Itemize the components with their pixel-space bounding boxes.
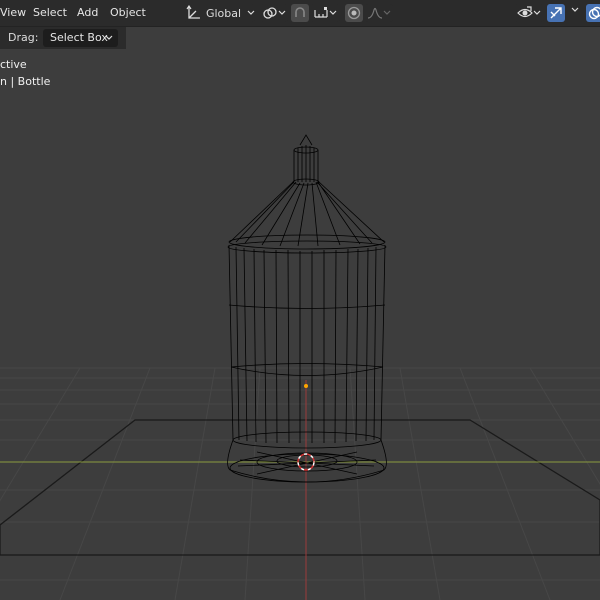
transform-orientation-label: Global: [205, 6, 242, 20]
overlay-icon: [588, 6, 600, 20]
falloff-icon: [367, 7, 383, 19]
pivot-point-dropdown[interactable]: [260, 4, 288, 22]
gizmo-icon: [550, 7, 562, 19]
visibility-dropdown[interactable]: [514, 4, 544, 22]
bottle-wireframe: [227, 134, 387, 483]
chevron-down-icon: [247, 10, 255, 15]
3d-viewport[interactable]: [0, 0, 600, 600]
snap-target-dropdown[interactable]: [310, 4, 340, 22]
object-origin: [304, 384, 308, 388]
snap-increment-icon: [314, 7, 328, 18]
drag-label: Drag:: [8, 31, 39, 44]
menu-select[interactable]: Select: [33, 0, 67, 26]
menu-add[interactable]: Add: [77, 0, 98, 26]
proportional-edit-toggle[interactable]: [345, 4, 363, 22]
proportional-edit-icon: [347, 6, 361, 20]
chevron-down-icon: [329, 10, 337, 15]
gizmo-toggle[interactable]: [547, 4, 565, 22]
transform-orientation-icon: [186, 5, 200, 19]
drag-mode-dropdown[interactable]: Select Box: [43, 29, 118, 47]
transform-orientation-dropdown[interactable]: Global: [183, 4, 255, 22]
chevron-down-icon: [533, 10, 541, 15]
snap-icon: [295, 7, 305, 17]
chevron-down-icon: [383, 10, 391, 15]
link-icon: [263, 7, 277, 19]
chevron-down-icon[interactable]: [571, 6, 579, 14]
visibility-icon: [517, 6, 533, 18]
snap-toggle[interactable]: [291, 4, 309, 22]
viewport-header: View Select Add Object Global: [0, 0, 600, 27]
overlay-toggle[interactable]: [586, 4, 600, 22]
falloff-dropdown[interactable]: [365, 4, 393, 22]
chevron-down-icon: [278, 10, 286, 15]
tool-settings-bar: Drag: Select Box: [0, 27, 126, 49]
chevron-down-icon: [105, 35, 113, 40]
menu-object[interactable]: Object: [110, 0, 146, 26]
viewport-mode-text: ctive: [0, 58, 27, 71]
drag-mode-value: Select Box: [50, 31, 108, 44]
menu-view[interactable]: View: [0, 0, 26, 26]
viewport-object-text: n | Bottle: [0, 75, 51, 88]
